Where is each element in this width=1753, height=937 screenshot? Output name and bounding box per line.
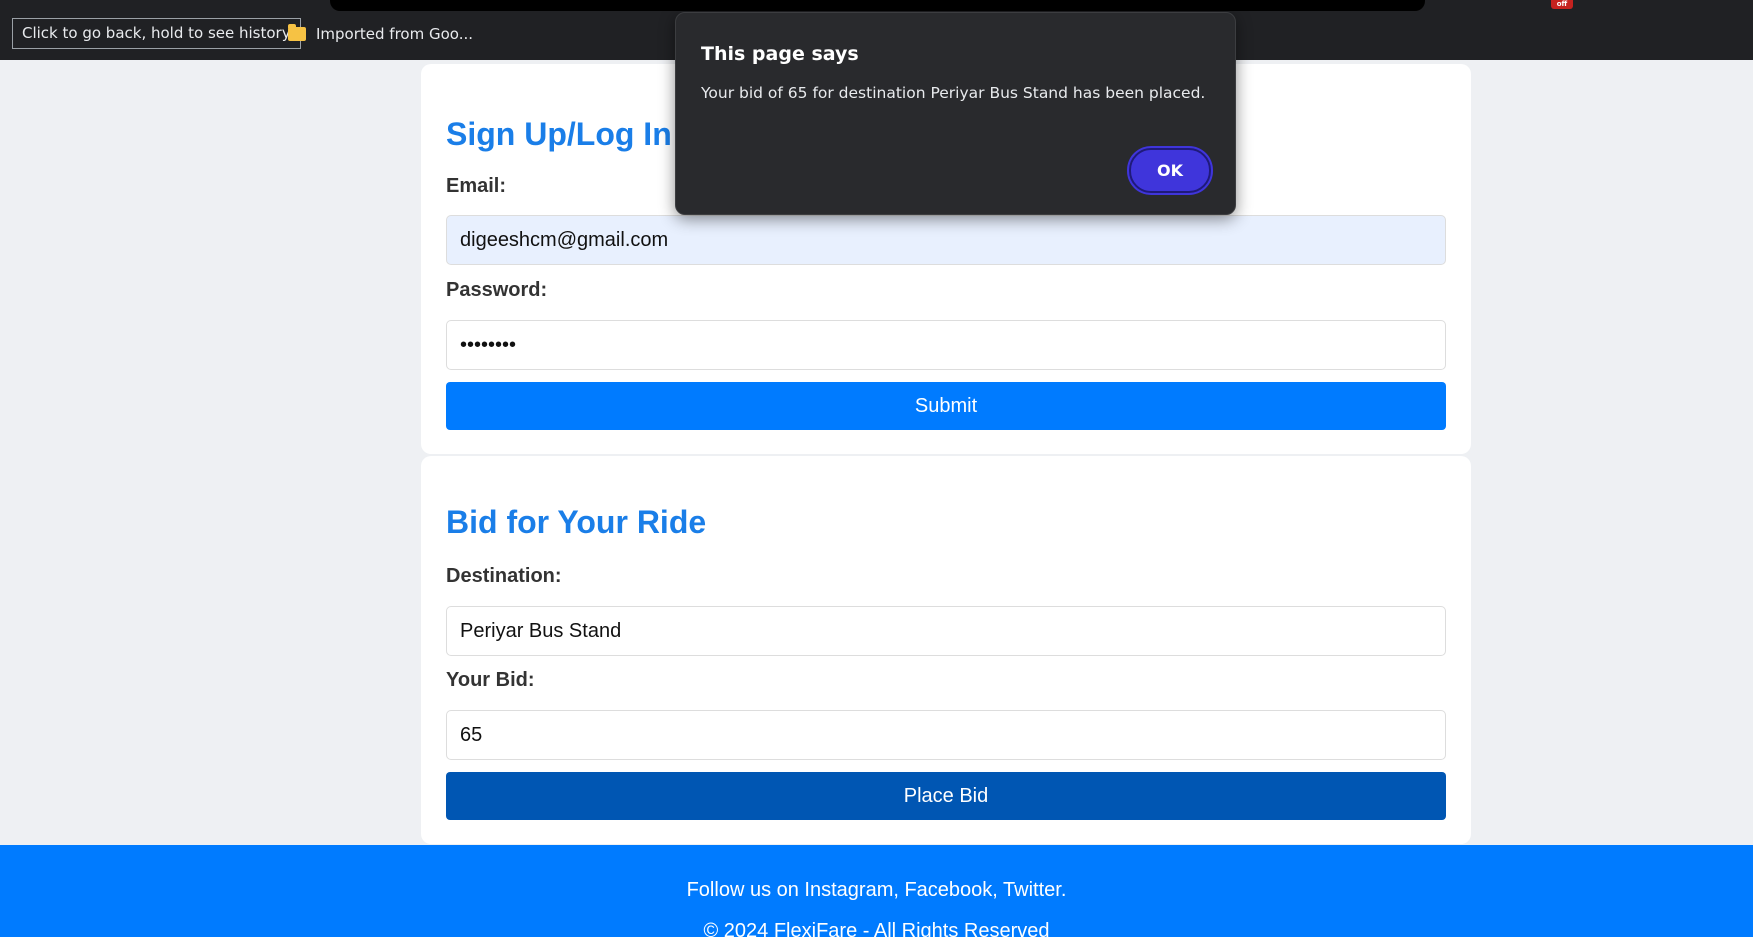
bid-heading: Bid for Your Ride <box>446 504 707 540</box>
bid-amount-input[interactable]: 65 <box>446 710 1446 760</box>
bid-card: Bid for Your Ride Destination: Periyar B… <box>421 456 1471 844</box>
alert-dialog: This page says Your bid of 65 for destin… <box>675 12 1236 215</box>
address-bar[interactable] <box>330 0 1425 11</box>
footer-social-text: Follow us on Instagram, Facebook, Twitte… <box>686 879 1067 901</box>
extension-badge: off <box>1551 0 1573 9</box>
submit-button[interactable]: Submit <box>446 382 1446 430</box>
dialog-title: This page says <box>701 43 859 65</box>
password-label: Password: <box>446 279 548 301</box>
dialog-ok-button[interactable]: OK <box>1129 148 1211 193</box>
destination-input[interactable]: Periyar Bus Stand <box>446 606 1446 656</box>
footer-copyright: © 2024 FlexiFare - All Rights Reserved <box>703 920 1050 937</box>
site-footer: Follow us on Instagram, Facebook, Twitte… <box>0 845 1753 937</box>
destination-label: Destination: <box>446 565 562 587</box>
bookmark-folder[interactable]: Imported from Goo... <box>288 23 473 45</box>
password-input[interactable]: •••••••• <box>446 320 1446 370</box>
back-button-tooltip: Click to go back, hold to see history <box>12 18 301 49</box>
email-input[interactable]: digeeshcm@gmail.com <box>446 215 1446 265</box>
place-bid-button[interactable]: Place Bid <box>446 772 1446 820</box>
bookmark-folder-label: Imported from Goo... <box>316 25 473 43</box>
signup-heading: Sign Up/Log In <box>446 116 672 152</box>
folder-icon <box>288 24 306 41</box>
dialog-message: Your bid of 65 for destination Periyar B… <box>701 84 1206 102</box>
bid-amount-label: Your Bid: <box>446 669 535 691</box>
email-label: Email: <box>446 175 507 197</box>
